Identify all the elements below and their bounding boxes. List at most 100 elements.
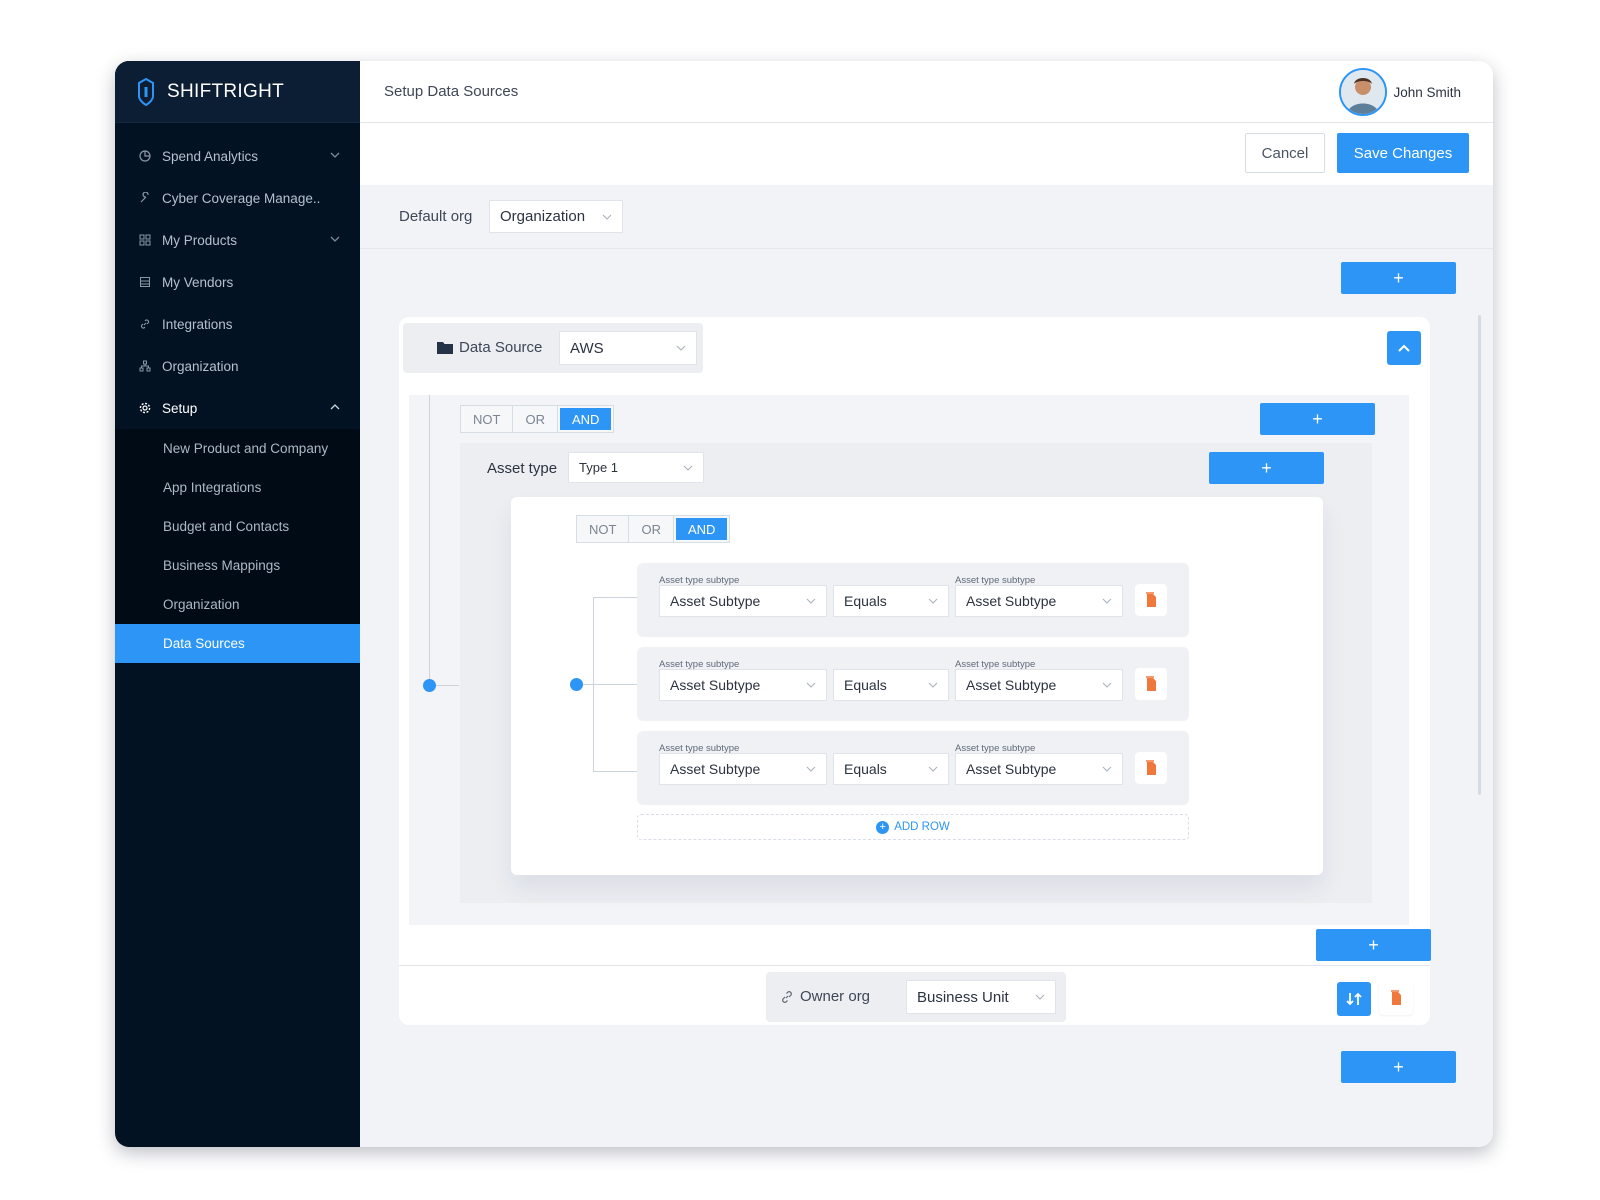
reorder-button[interactable] xyxy=(1337,982,1371,1016)
add-condition-button[interactable]: + xyxy=(1316,929,1431,961)
sidebar-item-spend-analytics[interactable]: Spend Analytics xyxy=(115,135,360,177)
right-field-value: Asset Subtype xyxy=(966,593,1057,609)
operator-select[interactable]: Equals xyxy=(833,585,949,617)
trash-icon xyxy=(1391,990,1401,1005)
left-field-value: Asset Subtype xyxy=(670,677,761,693)
add-row-label: ADD ROW xyxy=(894,821,950,833)
toggle-or[interactable]: OR xyxy=(629,516,674,542)
sidebar-item-organization[interactable]: Organization xyxy=(115,345,360,387)
logic-toggle[interactable]: NOT OR AND xyxy=(460,405,615,433)
tree-node-dot[interactable] xyxy=(570,678,583,691)
left-field-select[interactable]: Asset Subtype xyxy=(659,753,827,785)
sidebar-item-label: My Products xyxy=(162,232,238,248)
toggle-not[interactable]: NOT xyxy=(577,516,630,542)
toggle-or[interactable]: OR xyxy=(513,406,558,432)
top-bar: Setup Data Sources John Smith xyxy=(360,61,1493,123)
sidebar-item-cyber-coverage[interactable]: Cyber Coverage Manage.. xyxy=(115,177,360,219)
operator-select[interactable]: Equals xyxy=(833,753,949,785)
add-data-source-button[interactable]: + xyxy=(1341,262,1456,294)
trash-icon xyxy=(1146,592,1156,607)
sidebar-item-label: My Vendors xyxy=(162,274,234,290)
submenu-item-app-integrations[interactable]: App Integrations xyxy=(115,468,360,507)
delete-data-source-button[interactable] xyxy=(1379,981,1413,1015)
operator-value: Equals xyxy=(844,593,887,609)
tree-node-dot[interactable] xyxy=(423,679,436,692)
left-field-select[interactable]: Asset Subtype xyxy=(659,669,827,701)
cancel-button[interactable]: Cancel xyxy=(1245,133,1325,173)
brand[interactable]: SHIFTRIGHT xyxy=(115,61,360,123)
default-org-bar: Default org Organization xyxy=(360,185,1493,249)
trash-icon xyxy=(1146,676,1156,691)
owner-org-select[interactable]: Business Unit xyxy=(906,980,1056,1014)
link-icon xyxy=(138,317,152,331)
sidebar-item-integrations[interactable]: Integrations xyxy=(115,303,360,345)
save-changes-button[interactable]: Save Changes xyxy=(1337,133,1469,173)
action-bar: Cancel Save Changes xyxy=(360,123,1493,185)
right-field-select[interactable]: Asset Subtype xyxy=(955,669,1123,701)
submenu-item-new-product[interactable]: New Product and Company xyxy=(115,429,360,468)
brand-name: SHIFTRIGHT xyxy=(167,80,284,102)
submenu-item-business-mappings[interactable]: Business Mappings xyxy=(115,546,360,585)
add-condition-group-button[interactable]: + xyxy=(1260,403,1375,435)
page-title: Setup Data Sources xyxy=(384,83,519,100)
left-field-value: Asset Subtype xyxy=(670,593,761,609)
operator-value: Equals xyxy=(844,677,887,693)
submenu-item-organization[interactable]: Organization xyxy=(115,585,360,624)
operator-select[interactable]: Equals xyxy=(833,669,949,701)
toggle-and[interactable]: AND xyxy=(559,408,612,430)
scrollbar[interactable] xyxy=(1478,315,1481,795)
pie-chart-icon xyxy=(138,149,152,163)
trash-icon xyxy=(1146,760,1156,775)
data-source-card: Data Source AWS NOT OR AND + Asset type … xyxy=(399,317,1431,1025)
condition-row: Asset type subtype Asset Subtype Equals … xyxy=(637,563,1189,637)
default-org-value: Organization xyxy=(500,208,586,225)
user-menu[interactable]: John Smith xyxy=(1339,68,1461,116)
toggle-and[interactable]: AND xyxy=(675,518,728,540)
sidebar-item-my-products[interactable]: My Products xyxy=(115,219,360,261)
tree-connector xyxy=(593,597,637,598)
left-field-select[interactable]: Asset Subtype xyxy=(659,585,827,617)
chevron-down-icon xyxy=(1102,766,1112,772)
right-field-value: Asset Subtype xyxy=(966,761,1057,777)
gear-icon xyxy=(138,401,152,415)
data-source-label: Data Source xyxy=(459,339,543,356)
add-row-button[interactable]: + ADD ROW xyxy=(637,814,1189,840)
submenu-item-budget-contacts[interactable]: Budget and Contacts xyxy=(115,507,360,546)
sidebar-menu: Spend Analytics Cyber Coverage Manage.. … xyxy=(115,123,360,663)
main-content: Setup Data Sources John Smith Cancel Sav… xyxy=(360,61,1493,1147)
sidebar-item-my-vendors[interactable]: My Vendors xyxy=(115,261,360,303)
delete-row-button[interactable] xyxy=(1135,584,1167,616)
condition-card: NOT OR AND Asset type subtype Asset Subt… xyxy=(511,497,1323,875)
collapse-button[interactable] xyxy=(1387,331,1421,365)
building-icon xyxy=(138,275,152,289)
link-icon xyxy=(782,991,792,1003)
data-source-value: AWS xyxy=(570,339,604,357)
logic-toggle[interactable]: NOT OR AND xyxy=(576,515,731,543)
wrench-icon xyxy=(138,191,152,205)
submenu-item-data-sources[interactable]: Data Sources xyxy=(115,624,360,663)
add-asset-condition-button[interactable]: + xyxy=(1209,452,1324,484)
delete-row-button[interactable] xyxy=(1135,752,1167,784)
delete-row-button[interactable] xyxy=(1135,668,1167,700)
chevron-down-icon xyxy=(330,152,340,158)
chevron-down-icon xyxy=(1102,682,1112,688)
shield-logo-icon xyxy=(138,77,154,106)
sidebar-item-label: Cyber Coverage Manage.. xyxy=(162,190,321,206)
data-source-select[interactable]: AWS xyxy=(559,331,697,365)
default-org-select[interactable]: Organization xyxy=(489,200,623,233)
sidebar-item-label: Integrations xyxy=(162,316,233,332)
chevron-down-icon xyxy=(806,598,816,604)
avatar[interactable] xyxy=(1339,68,1388,116)
sidebar-item-label: Setup xyxy=(162,400,198,416)
left-field-value: Asset Subtype xyxy=(670,761,761,777)
sidebar-item-label: Spend Analytics xyxy=(162,148,259,164)
sidebar: SHIFTRIGHT Spend Analytics Cyber Coverag… xyxy=(115,61,360,1147)
sort-arrows-icon xyxy=(1346,992,1362,1006)
right-field-select[interactable]: Asset Subtype xyxy=(955,753,1123,785)
sidebar-item-setup[interactable]: Setup xyxy=(115,387,360,429)
toggle-not[interactable]: NOT xyxy=(461,406,514,432)
asset-type-select[interactable]: Type 1 xyxy=(568,452,704,483)
grid-icon xyxy=(138,233,152,247)
right-field-select[interactable]: Asset Subtype xyxy=(955,585,1123,617)
add-data-source-bottom-button[interactable]: + xyxy=(1341,1051,1456,1083)
